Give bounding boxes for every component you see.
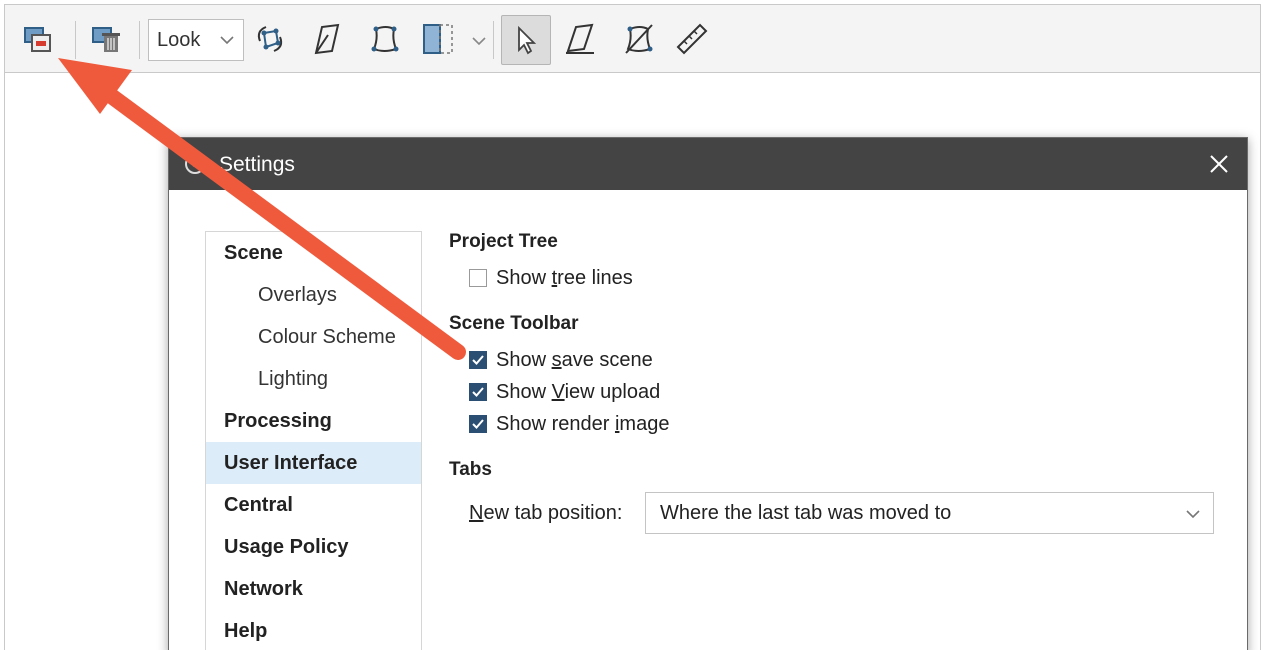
settings-dialog: Settings Scene Overlays Colour Scheme Li… [168,137,1248,650]
draw-plane-icon [566,23,594,54]
ruler-icon [676,23,708,55]
nav-item-label: Overlays [258,283,337,306]
show-view-upload-option[interactable]: Show View upload [469,379,660,405]
draw-plane-tool-button[interactable] [561,19,599,59]
dialog-title: Settings [219,153,295,176]
nav-item-label: Lighting [258,367,329,390]
nav-item-label: Processing [224,409,332,432]
draw-line-icon [314,23,340,55]
look-select[interactable]: Look [148,19,244,61]
delete-scene-icon [92,27,120,52]
section-heading-scene-toolbar: Scene Toolbar [449,313,579,334]
show-save-scene-option[interactable]: Show save scene [469,347,653,373]
select-pointer-icon [518,25,537,55]
slice-icon [625,24,653,54]
show-tree-lines-checkbox[interactable] [469,269,487,287]
show-save-scene-checkbox[interactable] [469,351,487,369]
nav-item-lighting[interactable]: Lighting [206,358,421,400]
nav-item-help[interactable]: Help [206,610,421,650]
nav-item-label: Help [224,619,268,642]
ruler-tool-button[interactable] [673,19,711,59]
show-render-image-checkbox[interactable] [469,415,487,433]
section-heading-tabs: Tabs [449,459,492,480]
nav-item-label: Central [224,493,293,516]
nav-item-processing[interactable]: Processing [206,400,421,442]
settings-app-icon [185,154,205,174]
checkbox-label: Show save scene [496,348,653,371]
nav-item-label: Colour Scheme [258,325,396,348]
select-tool-button[interactable] [501,15,551,65]
new-tab-position-value: Where the last tab was moved to [660,501,952,524]
checkbox-label: Show View upload [496,380,661,403]
nav-item-colour-scheme[interactable]: Colour Scheme [206,316,421,358]
look-select-value: Look [157,28,201,51]
render-image-button[interactable] [19,19,57,59]
checkbox-label: Show render image [496,412,670,435]
checkmark-icon [472,355,484,365]
toolbar-separator [75,21,76,59]
nav-item-scene[interactable]: Scene [206,232,421,274]
nav-item-user-interface[interactable]: User Interface [206,442,421,484]
chevron-down-icon [220,36,234,45]
new-tab-position-label: New tab position: [469,502,623,524]
split-view-button[interactable] [419,19,457,59]
show-view-upload-checkbox[interactable] [469,383,487,401]
nav-item-central[interactable]: Central [206,484,421,526]
checkmark-icon [472,419,484,429]
split-view-icon [423,24,453,54]
rotate-tool-button[interactable] [251,19,289,59]
polygon-icon [371,26,399,52]
checkmark-icon [472,387,484,397]
dialog-titlebar: Settings [169,138,1247,190]
nav-item-usage-policy[interactable]: Usage Policy [206,526,421,568]
chevron-down-icon[interactable] [471,33,487,49]
draw-line-tool-button[interactable] [307,19,345,59]
show-tree-lines-option[interactable]: Show tree lines [469,265,633,291]
close-icon[interactable] [1205,150,1233,178]
toolbar-separator [493,21,494,59]
show-render-image-option[interactable]: Show render image [469,411,669,437]
rotate-icon [257,26,283,52]
nav-item-label: Usage Policy [224,535,349,558]
slice-tool-button[interactable] [619,19,657,59]
nav-item-network[interactable]: Network [206,568,421,610]
nav-item-label: User Interface [224,451,358,474]
new-tab-position-select[interactable]: Where the last tab was moved to [645,492,1214,534]
render-image-icon [24,27,51,52]
scene-toolbar: Look [5,5,1260,73]
nav-item-label: Network [224,577,303,600]
chevron-down-icon [1186,510,1200,519]
nav-item-label: Scene [224,241,283,264]
nav-item-overlays[interactable]: Overlays [206,274,421,316]
section-heading-project-tree: Project Tree [449,231,558,252]
checkbox-label: Show tree lines [496,266,633,289]
settings-nav: Scene Overlays Colour Scheme Lighting Pr… [205,231,422,650]
clear-scene-button[interactable] [87,19,125,59]
polygon-tool-button[interactable] [365,19,403,59]
toolbar-separator [139,21,140,59]
